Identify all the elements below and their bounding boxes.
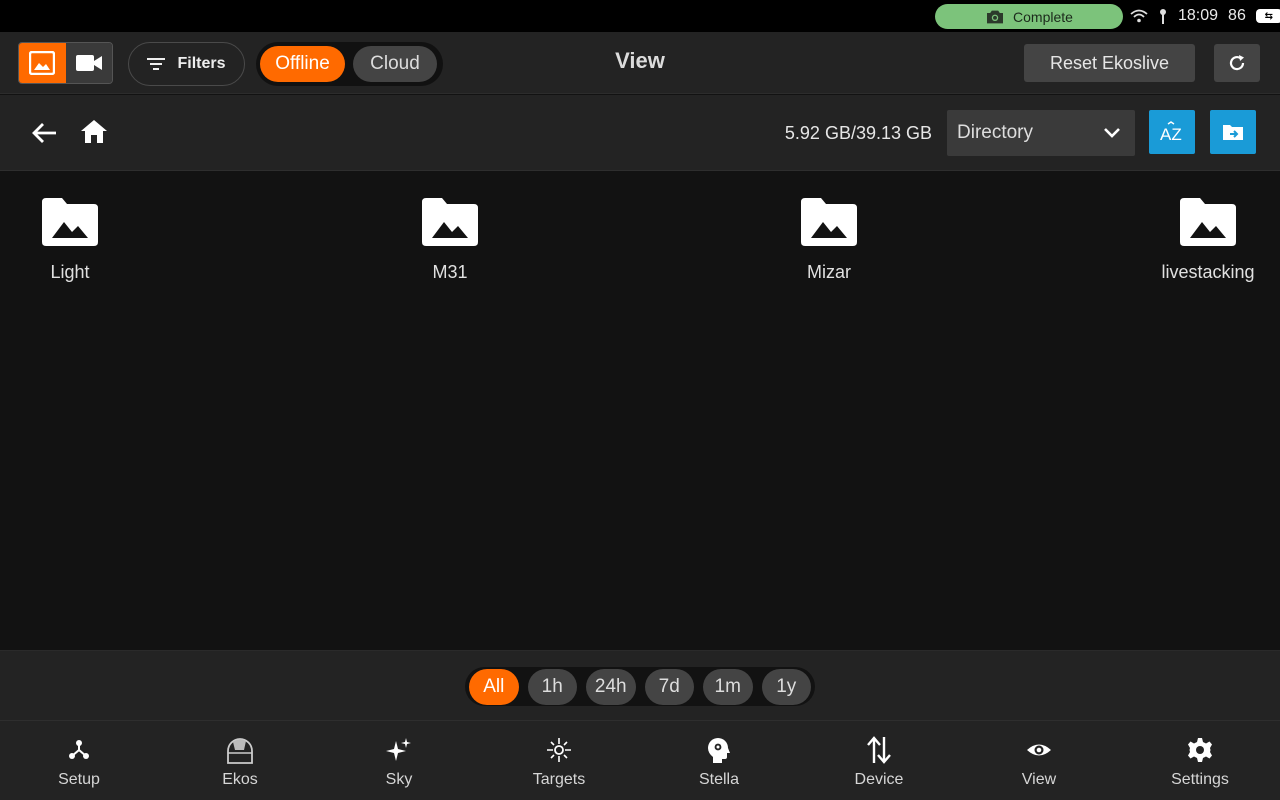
sort-az-icon: AZ [1160, 121, 1182, 143]
folder-name: Light [50, 262, 90, 282]
arrow-left-icon [32, 123, 56, 143]
open-folder-button[interactable] [1210, 110, 1256, 154]
system-status-icons: 18:09 86 ⇆ [1130, 6, 1280, 26]
home-button[interactable] [78, 115, 110, 147]
storage-usage: 5.92 GB/39.13 GB [784, 123, 932, 143]
image-folder-icon [801, 198, 857, 246]
source-switch: Offline Cloud [256, 42, 443, 86]
wifi-icon [1130, 9, 1148, 23]
tab-label: Device [854, 771, 904, 788]
tab-label: Settings [1171, 771, 1229, 788]
filters-label: Filters [177, 55, 226, 72]
filter-lines-icon [147, 58, 166, 70]
refresh-button[interactable] [1214, 44, 1260, 82]
page-title: View [615, 48, 665, 73]
observatory-dome-icon [227, 738, 253, 764]
folder-item[interactable]: M31 [370, 196, 530, 283]
time-chip-1m[interactable]: 1m [703, 668, 753, 705]
capture-status-text: Complete [1013, 8, 1073, 25]
tab-label: Targets [532, 771, 586, 788]
time-chip-1h[interactable]: 1h [527, 668, 577, 705]
video-camera-icon [75, 55, 102, 71]
folder-item[interactable]: livestacking [1128, 196, 1280, 283]
folder-grid: Light M31 Mizar livestacking [0, 172, 1280, 650]
filters-button[interactable]: Filters [128, 42, 245, 86]
tab-device[interactable]: Device [819, 735, 939, 789]
image-folder-icon [422, 198, 478, 246]
eye-icon [1027, 744, 1051, 756]
time-filter-chips: All 1h 24h 7d 1m 1y [465, 667, 815, 706]
head-gear-icon [708, 738, 730, 763]
time-filter-bar: All 1h 24h 7d 1m 1y [0, 650, 1280, 720]
sort-az-button[interactable]: AZ [1149, 110, 1195, 154]
tab-label: Sky [385, 771, 413, 788]
folder-item[interactable]: Mizar [749, 196, 909, 283]
sort-mode-select[interactable]: Directory [947, 110, 1135, 156]
bottom-tab-bar: Setup Ekos Sky Targets Stella Device Vie… [0, 720, 1280, 800]
tab-label: Ekos [222, 771, 258, 788]
antenna-icon [1160, 9, 1166, 24]
folder-export-icon [1223, 125, 1243, 140]
clock: 18:09 [1178, 7, 1219, 24]
folder-name: Mizar [807, 262, 851, 282]
battery-level: 86 [1228, 7, 1246, 24]
tab-sky[interactable]: Sky [339, 735, 459, 789]
time-chip-24h[interactable]: 24h [586, 668, 636, 705]
tab-ekos[interactable]: Ekos [180, 735, 300, 789]
tab-targets[interactable]: Targets [499, 735, 619, 789]
time-chip-7d[interactable]: 7d [644, 668, 694, 705]
sparkles-icon [386, 738, 411, 761]
tab-label: Stella [698, 771, 740, 788]
chevron-down-icon [1104, 128, 1120, 138]
source-offline-option[interactable]: Offline [260, 46, 345, 82]
tab-label: Setup [58, 771, 100, 788]
tab-label: View [1021, 771, 1057, 788]
setup-icon [69, 740, 89, 759]
gear-icon [1188, 738, 1212, 762]
media-mode-toggle [18, 42, 113, 84]
capture-status-pill[interactable]: Complete [935, 4, 1123, 29]
tab-setup[interactable]: Setup [19, 735, 139, 789]
transfer-arrows-icon [867, 736, 891, 764]
camera-icon [987, 10, 1004, 23]
source-cloud-option[interactable]: Cloud [353, 46, 437, 82]
folder-name: livestacking [1161, 262, 1255, 282]
battery-icon: ⇆ [1255, 9, 1280, 23]
image-mode-button[interactable] [19, 43, 66, 83]
image-folder-icon [1180, 198, 1236, 246]
home-icon [81, 120, 107, 143]
image-folder-icon [42, 198, 98, 246]
time-chip-1y[interactable]: 1y [761, 668, 811, 705]
folder-item[interactable]: Light [0, 196, 150, 283]
directory-nav-bar: 5.92 GB/39.13 GB Directory AZ [0, 95, 1280, 171]
image-icon [29, 51, 56, 75]
folder-name: M31 [432, 262, 468, 282]
reset-ekoslive-button[interactable]: Reset Ekoslive [1024, 44, 1195, 82]
video-mode-button[interactable] [65, 43, 112, 83]
tab-stella[interactable]: Stella [659, 735, 779, 789]
target-star-icon [547, 738, 571, 762]
top-toolbar: Filters Offline Cloud View Reset Ekosliv… [0, 32, 1280, 94]
refresh-icon [1229, 55, 1245, 71]
back-button[interactable] [28, 117, 60, 149]
tab-view[interactable]: View [979, 735, 1099, 789]
sort-mode-value: Directory [957, 122, 1034, 143]
time-chip-all[interactable]: All [469, 668, 519, 705]
svg-text:AZ: AZ [1160, 125, 1182, 143]
status-bar: Complete 18:09 86 ⇆ [0, 0, 1280, 32]
tab-settings[interactable]: Settings [1140, 735, 1260, 789]
